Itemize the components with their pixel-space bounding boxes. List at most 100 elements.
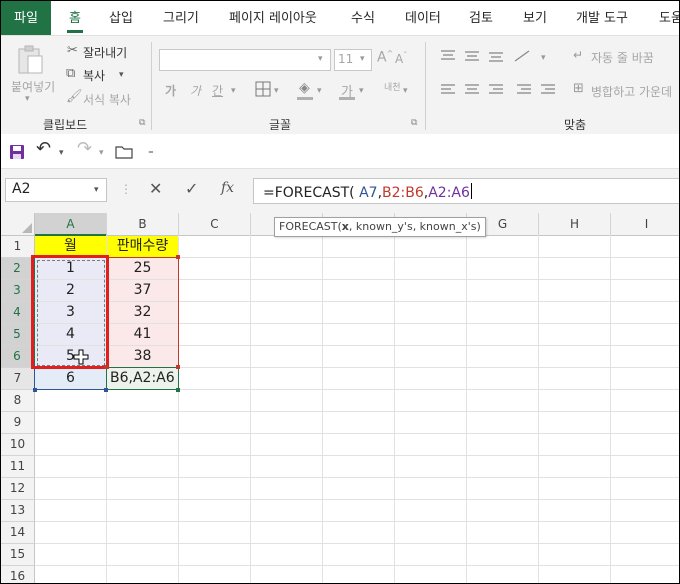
tooltip-current-arg[interactable]: x bbox=[342, 220, 349, 233]
fill-handle[interactable] bbox=[176, 255, 180, 259]
tab-page-layout[interactable]: 페이지 레이아웃 bbox=[229, 1, 317, 35]
row-header-1[interactable]: 1 bbox=[1, 236, 35, 258]
name-box-dropdown-icon[interactable]: ▾ bbox=[94, 185, 99, 195]
orientation-dropdown-icon[interactable]: ▾ bbox=[541, 53, 546, 63]
wrap-text-icon[interactable]: ↵ bbox=[573, 48, 583, 62]
undo-dropdown-icon[interactable]: ▾ bbox=[59, 148, 64, 158]
gridline bbox=[466, 235, 467, 583]
tab-file[interactable]: 파일 bbox=[1, 1, 51, 35]
wrap-text-button[interactable]: 자동 줄 바꿈 bbox=[591, 49, 654, 66]
row-header-10[interactable]: 10 bbox=[1, 434, 35, 456]
insert-function-button[interactable]: fx bbox=[221, 180, 234, 196]
merge-center-button[interactable]: 병합하고 가운데 bbox=[591, 83, 672, 100]
font-color-dropdown-icon[interactable]: ▾ bbox=[359, 86, 364, 96]
phonetic-dropdown-icon[interactable]: ▾ bbox=[403, 86, 408, 96]
tab-developer[interactable]: 개발 도구 bbox=[576, 1, 628, 35]
cut-button[interactable]: 잘라내기 bbox=[83, 44, 127, 61]
font-name-box[interactable] bbox=[159, 49, 331, 71]
undo-icon[interactable]: ↶ bbox=[36, 140, 51, 158]
column-header-i[interactable]: I bbox=[611, 213, 679, 236]
name-box[interactable]: A2 ▾ bbox=[5, 178, 107, 202]
tab-view[interactable]: 보기 bbox=[523, 1, 547, 35]
cell-b1[interactable]: 판매수량 bbox=[107, 236, 178, 257]
row-header-8[interactable]: 8 bbox=[1, 390, 35, 412]
paste-button[interactable]: 붙여넣기 bbox=[11, 78, 55, 95]
gridline bbox=[35, 499, 679, 500]
redo-dropdown-icon[interactable]: ▾ bbox=[99, 148, 104, 158]
copy-dropdown-icon[interactable]: ▾ bbox=[119, 70, 124, 80]
phonetic-button[interactable]: 내천 bbox=[384, 80, 401, 93]
row-header-4[interactable]: 4 bbox=[1, 302, 35, 324]
row-header-9[interactable]: 9 bbox=[1, 412, 35, 434]
row-header-7[interactable]: 7 bbox=[1, 368, 35, 390]
ref-border-a7 bbox=[34, 367, 107, 390]
merge-icon[interactable]: ⊞ bbox=[573, 82, 584, 96]
underline-button[interactable]: 간 bbox=[212, 82, 223, 99]
format-painter-icon[interactable]: 🖌 bbox=[66, 90, 83, 104]
column-header-c[interactable]: C bbox=[179, 213, 251, 236]
row-header-11[interactable]: 11 bbox=[1, 456, 35, 478]
column-header-h[interactable]: H bbox=[539, 213, 611, 236]
fill-handle[interactable] bbox=[104, 365, 108, 369]
row-header-16[interactable]: 16 bbox=[1, 566, 35, 583]
fill-handle[interactable] bbox=[176, 388, 180, 392]
font-launcher-icon[interactable]: ⧉ bbox=[411, 118, 417, 128]
grow-font-icon[interactable]: A^ bbox=[377, 49, 393, 66]
font-size-dropdown-icon[interactable]: ▾ bbox=[360, 54, 365, 64]
tab-formulas[interactable]: 수식 bbox=[351, 1, 375, 35]
tab-home[interactable]: 홈 bbox=[67, 1, 83, 35]
bold-button[interactable]: 가 bbox=[165, 82, 176, 99]
tab-data[interactable]: 데이터 bbox=[405, 1, 441, 35]
paste-icon[interactable] bbox=[15, 44, 45, 76]
copy-button[interactable]: 복사 bbox=[83, 67, 105, 84]
font-name-dropdown-icon[interactable]: ▾ bbox=[318, 54, 323, 64]
row-header-13[interactable]: 13 bbox=[1, 500, 35, 522]
border-icon[interactable] bbox=[255, 81, 271, 97]
tab-help[interactable]: 도움 bbox=[659, 1, 679, 35]
copy-icon[interactable]: ⧉ bbox=[66, 67, 75, 81]
fill-color-bar bbox=[297, 97, 313, 100]
underline-dropdown-icon[interactable]: ▾ bbox=[231, 86, 236, 96]
tab-insert[interactable]: 삽입 bbox=[109, 1, 133, 35]
row-header-6[interactable]: 6 bbox=[1, 346, 35, 368]
fill-handle[interactable] bbox=[104, 388, 108, 392]
fill-handle[interactable] bbox=[33, 388, 37, 392]
fill-color-dropdown-icon[interactable]: ▾ bbox=[317, 86, 322, 96]
row-header-3[interactable]: 3 bbox=[1, 280, 35, 302]
row-header-14[interactable]: 14 bbox=[1, 522, 35, 544]
vertical-align-icons[interactable] bbox=[439, 49, 549, 63]
quick-access-toolbar: ↶ ▾ ↷ ▾ ₌ bbox=[1, 134, 679, 169]
paste-dropdown-icon[interactable]: ▾ bbox=[25, 94, 30, 104]
clipboard-launcher-icon[interactable]: ⧉ bbox=[139, 118, 145, 128]
row-header-2[interactable]: 2 bbox=[1, 258, 35, 280]
column-header-a[interactable]: A bbox=[35, 213, 107, 236]
shrink-font-icon[interactable]: Aˇ bbox=[395, 51, 407, 66]
row-header-12[interactable]: 12 bbox=[1, 478, 35, 500]
italic-button[interactable]: 가 bbox=[190, 82, 201, 99]
column-header-b[interactable]: B bbox=[107, 213, 179, 236]
scissors-icon[interactable]: ✂ bbox=[67, 44, 78, 58]
select-all-corner[interactable] bbox=[1, 213, 35, 236]
border-dropdown-icon[interactable]: ▾ bbox=[274, 86, 279, 96]
format-painter-button[interactable]: 서식 복사 bbox=[83, 91, 131, 108]
tab-review[interactable]: 검토 bbox=[469, 1, 493, 35]
enter-icon[interactable]: ✓ bbox=[185, 181, 198, 197]
gridline bbox=[35, 433, 679, 434]
tab-draw[interactable]: 그리기 bbox=[163, 1, 199, 35]
redo-icon[interactable]: ↷ bbox=[77, 140, 92, 158]
font-group-label: 글꼴 bbox=[269, 118, 292, 132]
horizontal-align-icons[interactable] bbox=[439, 83, 569, 97]
customize-qat-icon[interactable]: ₌ bbox=[148, 144, 154, 158]
save-icon[interactable] bbox=[9, 144, 25, 160]
cell-a1[interactable]: 월 bbox=[35, 236, 106, 257]
fill-color-icon[interactable]: ◈ bbox=[299, 81, 310, 95]
row-header-15[interactable]: 15 bbox=[1, 544, 35, 566]
row-header-5[interactable]: 5 bbox=[1, 324, 35, 346]
folder-icon[interactable] bbox=[115, 145, 133, 159]
formula-input[interactable]: =FORECAST( A7,B2:B6,A2:A6 bbox=[253, 178, 679, 204]
cancel-icon[interactable]: ✕ bbox=[149, 181, 162, 197]
cursor-cross-icon bbox=[73, 349, 89, 365]
fill-handle[interactable] bbox=[176, 365, 180, 369]
ribbon-tab-bar: 파일 홈 삽입 그리기 페이지 레이아웃 수식 데이터 검토 보기 개발 도구 … bbox=[1, 1, 679, 35]
font-size-box[interactable]: 11 bbox=[334, 49, 372, 71]
